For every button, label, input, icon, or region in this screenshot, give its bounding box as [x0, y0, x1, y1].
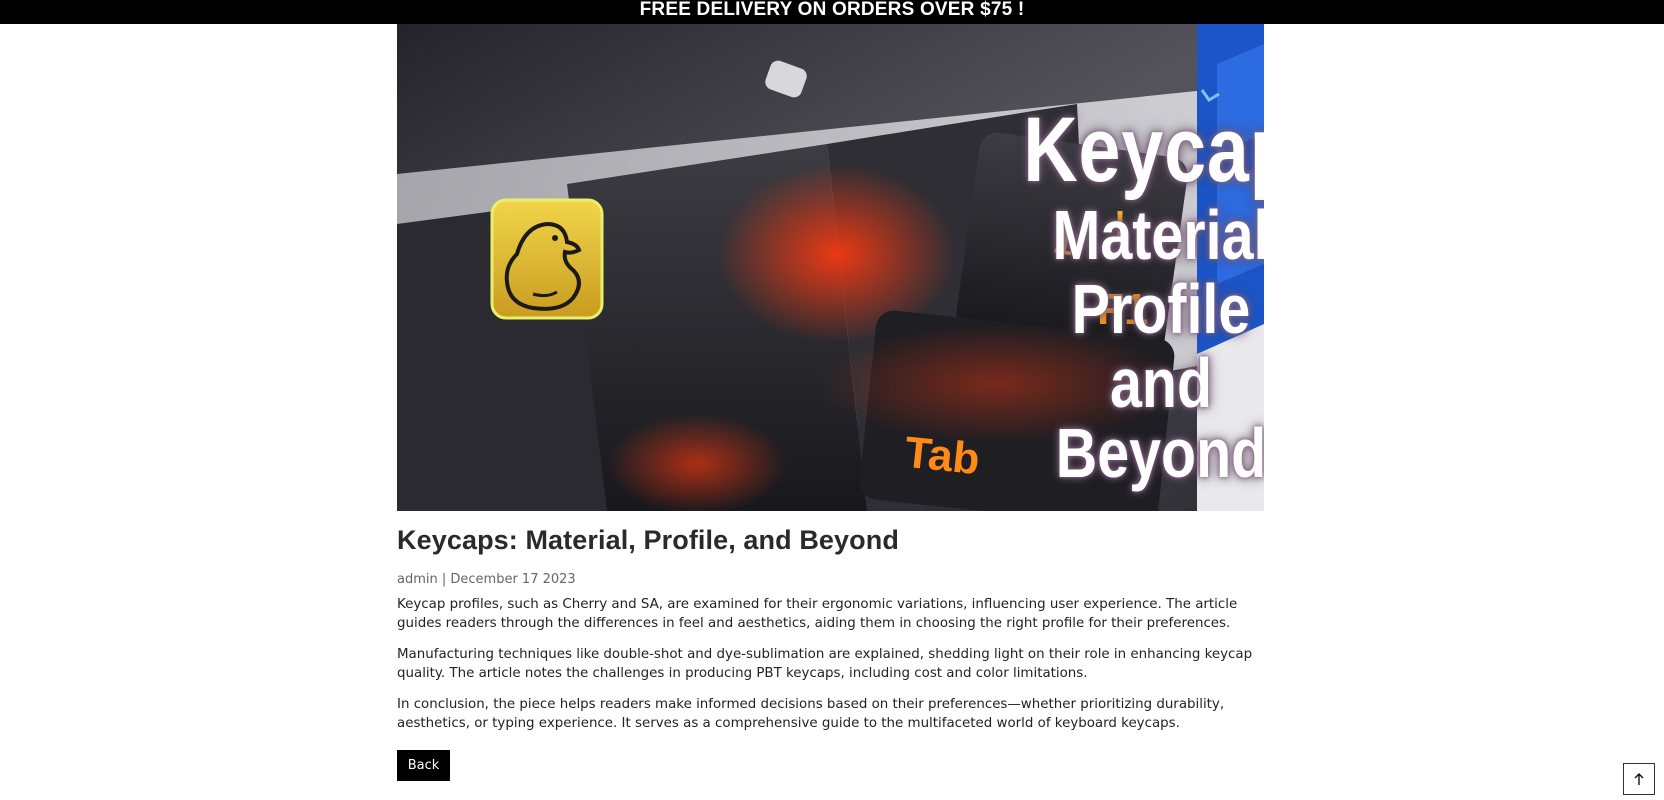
- hero-line-2: Material: [1052, 196, 1264, 274]
- post-paragraph-1: Keycap profiles, such as Cherry and SA, …: [397, 597, 1238, 631]
- post-paragraph-2: Manufacturing techniques like double-sho…: [397, 647, 1253, 681]
- scroll-to-top-button[interactable]: [1623, 763, 1655, 795]
- hero-line-4: and Beyond: [1055, 344, 1264, 492]
- hero-title-text: Keycaps Material Profile and Beyond: [1023, 104, 1264, 488]
- post-title: Keycaps: Material, Profile, and Beyond: [397, 525, 899, 555]
- back-button[interactable]: Back: [397, 750, 450, 781]
- announcement-text: FREE DELIVERY ON ORDERS OVER $75 !: [639, 0, 1025, 20]
- article: Keycaps: Material, Profile, and Beyond a…: [397, 511, 1264, 733]
- announcement-bar: FREE DELIVERY ON ORDERS OVER $75 !: [0, 0, 1664, 24]
- hero-line-1: Keycaps: [1023, 99, 1264, 201]
- hero-line-3: Profile: [1071, 270, 1251, 348]
- arrow-up-icon: [1634, 773, 1644, 785]
- post-paragraph-3: In conclusion, the piece helps readers m…: [397, 697, 1225, 731]
- hero-image: 1 ! F1 Tab Keycaps Material Profile and …: [397, 24, 1264, 511]
- key-label-tab: Tab: [902, 428, 982, 485]
- post-meta: admin | December 17 2023: [397, 572, 576, 587]
